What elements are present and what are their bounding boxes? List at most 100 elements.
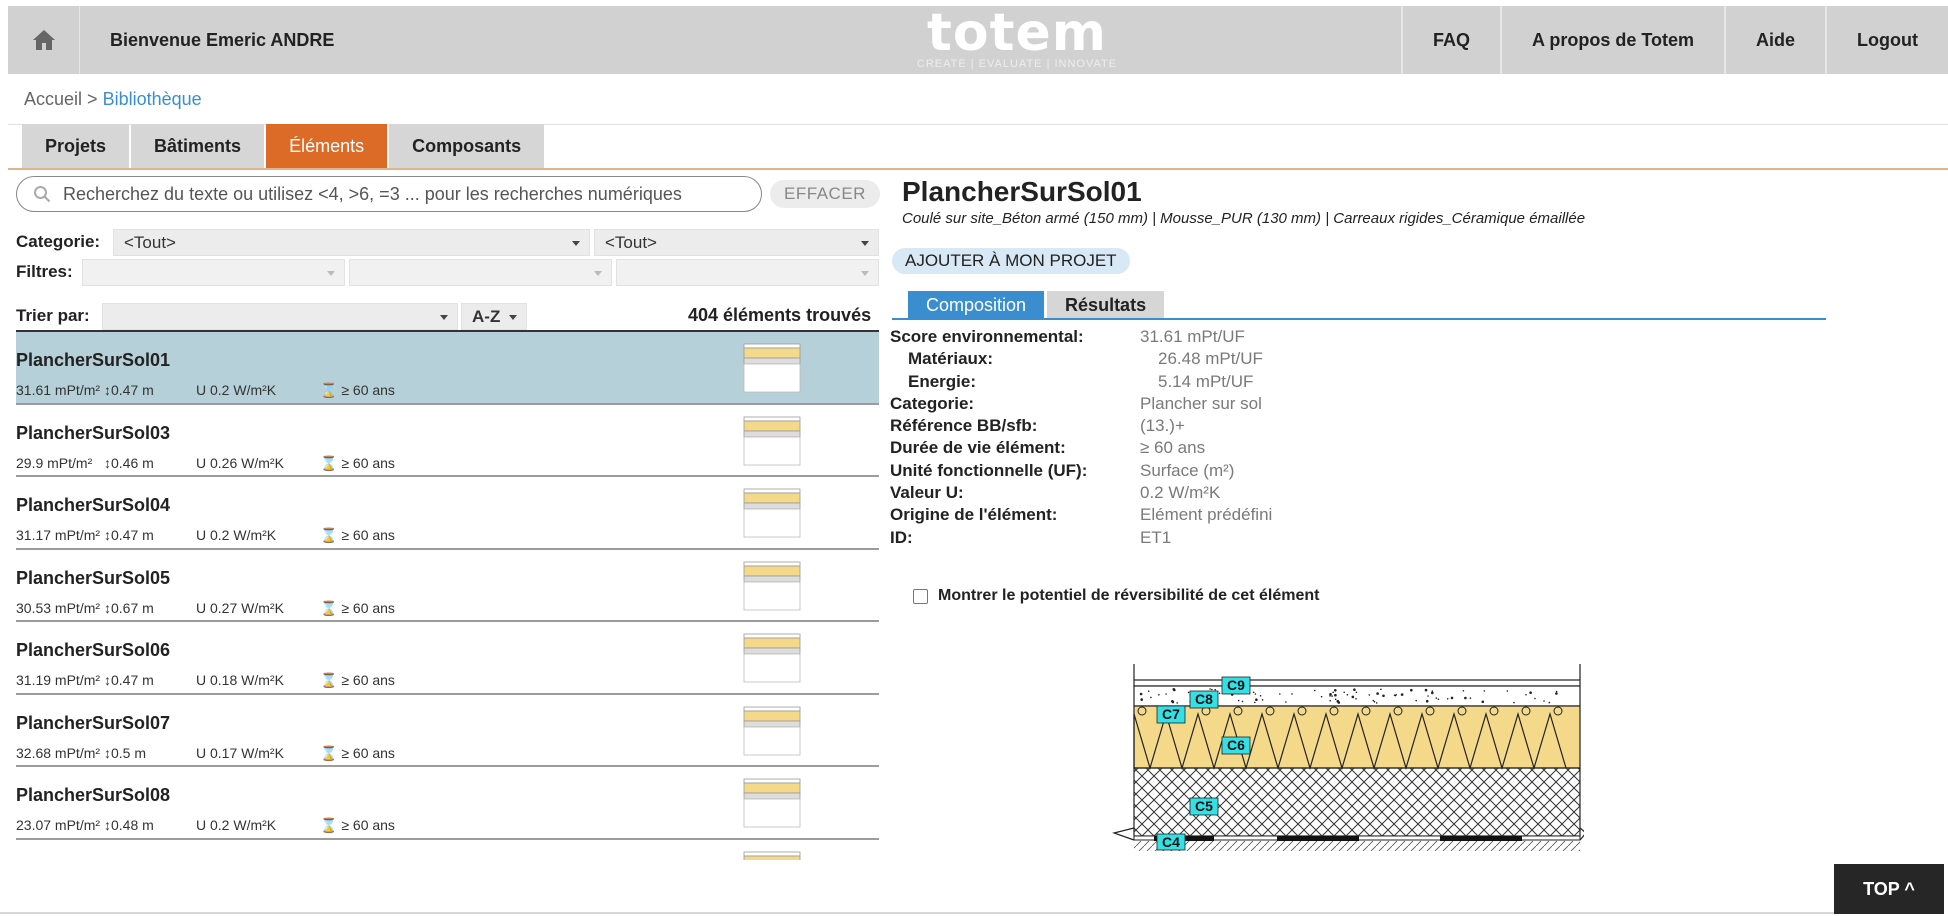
category-select[interactable]: <Tout> (113, 229, 590, 256)
thickness-icon: ↕ (104, 454, 111, 471)
property-value: 5.14 mPt/UF (1158, 371, 1254, 391)
element-row[interactable]: PlancherSurSol07 32.68 mPt/m² ↕0.5 mU 0.17… (16, 695, 879, 767)
element-score: 31.19 mPt/m² (16, 672, 101, 688)
chevron-down-icon (861, 241, 869, 246)
filter-select-1[interactable] (82, 259, 345, 286)
tab-composition[interactable]: Composition (908, 291, 1045, 319)
element-name: PlancherSurSol07 (16, 712, 171, 733)
reversibility-checkbox[interactable] (913, 588, 928, 604)
element-lifespan: ⌛ ≥ 60 ans (320, 455, 395, 471)
element-thickness: ↕0.47 m (104, 382, 196, 398)
element-score: 31.17 mPt/m² (16, 527, 101, 543)
element-thickness-value: 0.5 m (111, 744, 147, 761)
hourglass-icon: ⌛ (320, 527, 342, 543)
element-thumbnail (743, 706, 801, 755)
totem-logo[interactable]: totem CREATE | EVALUATE | INNOVATE (910, 6, 1124, 74)
element-row[interactable]: PlancherSurSol09↕⌛ (16, 840, 879, 861)
element-name: PlancherSurSol09 (16, 858, 170, 861)
element-u-value: U 0.27 W/m²K (196, 599, 284, 616)
element-thumbnail (743, 488, 801, 538)
search-box (16, 176, 762, 212)
nav-about[interactable]: A propos de Totem (1500, 6, 1724, 74)
chevron-down-icon (594, 271, 602, 276)
element-name: PlancherSurSol03 (16, 422, 171, 443)
element-thickness: ↕0.48 m (104, 817, 196, 833)
thickness-icon: ↕ (104, 382, 111, 398)
tab-projets[interactable]: Projets (22, 124, 130, 168)
element-subtitle: Coulé sur site_Béton armé (150 mm) | Mou… (902, 210, 1586, 227)
order-select[interactable]: A-Z (461, 303, 527, 330)
property-row: Unité fonctionnelle (UF): Surface (m²) (890, 460, 1272, 482)
nav-help[interactable]: Aide (1724, 6, 1825, 74)
back-to-top-button[interactable]: TOP ^ (1834, 864, 1944, 914)
element-thickness-value: 0.48 m (111, 817, 154, 833)
element-row[interactable]: PlancherSurSol06 31.19 mPt/m² ↕0.47 mU 0.1… (16, 622, 879, 695)
element-row[interactable]: PlancherSurSol04 31.17 mPt/m² ↕0.47 mU 0.2… (16, 477, 879, 550)
property-value: ≥ 60 ans (1140, 438, 1206, 458)
reversibility-option[interactable]: Montrer le potentiel de réversibilité de… (913, 587, 1319, 605)
clear-button[interactable]: EFFACER (770, 180, 880, 208)
search-input[interactable] (61, 180, 751, 208)
tab-resultats[interactable]: Résultats (1047, 291, 1165, 319)
property-key: Categorie: (890, 393, 975, 413)
element-thickness: ↕0.67 m (104, 600, 196, 616)
element-title: PlancherSurSol01 (902, 176, 1142, 207)
home-button[interactable] (8, 6, 80, 74)
property-row: Matériaux: 26.48 mPt/UF (890, 348, 1272, 370)
nav-faq[interactable]: FAQ (1400, 6, 1500, 74)
element-meta: 29.9 mPt/m² ↕0.46 mU 0.26 W/m²K ⌛ ≥ 60 ans (16, 455, 395, 472)
floor-section-drawing: C9 C8 C7 C6 C5 C4 (1112, 664, 1584, 851)
svg-text:C6: C6 (1227, 737, 1245, 753)
breadcrumb-home[interactable]: Accueil (24, 89, 82, 109)
breadcrumb-separator: > (87, 89, 98, 109)
layer-label-c4: C4 (1156, 833, 1186, 851)
svg-text:C4: C4 (1162, 834, 1180, 850)
nav-logout[interactable]: Logout (1825, 6, 1948, 74)
element-name: PlancherSurSol01 (16, 350, 171, 370)
breadcrumb-current[interactable]: Bibliothèque (103, 89, 202, 109)
element-name: PlancherSurSol05 (16, 567, 171, 588)
element-thumbnail (743, 778, 801, 828)
chevron-down-icon (861, 271, 869, 276)
element-meta: 31.19 mPt/m² ↕0.47 mU 0.18 W/m²K ⌛ ≥ 60 an… (16, 672, 395, 689)
chevron-down-icon (440, 315, 448, 320)
element-row[interactable]: PlancherSurSol08 23.07 mPt/m² ↕0.48 mU 0.2… (16, 767, 879, 840)
element-score: 23.07 mPt/m² (16, 817, 101, 833)
layer-label-c7: C7 (1156, 705, 1186, 724)
tab-composants[interactable]: Composants (389, 124, 545, 168)
property-key: Energie: (908, 371, 977, 391)
property-row: Valeur U: 0.2 W/m²K (890, 482, 1272, 504)
subcategory-select[interactable]: <Tout> (594, 229, 879, 256)
tab-elements[interactable]: Éléments (266, 124, 388, 168)
detail-tabs-underline (892, 318, 1826, 320)
element-row[interactable]: PlancherSurSol01 31.61 mPt/m² ↕0.47 mU 0.2… (16, 332, 879, 405)
add-to-project-button[interactable]: AJOUTER À MON PROJET (892, 248, 1130, 274)
thickness-icon: ↕ (104, 817, 111, 833)
element-lifespan: ⌛ ≥ 60 ans (320, 600, 395, 616)
element-row[interactable]: PlancherSurSol05 30.53 mPt/m² ↕0.67 mU 0.2… (16, 550, 879, 622)
element-score: 29.9 mPt/m² (16, 454, 93, 471)
element-lifespan-value: ≥ 60 ans (341, 744, 395, 761)
category-label: Categorie: (16, 232, 101, 251)
reversibility-label: Montrer le potentiel de réversibilité de… (938, 587, 1320, 604)
element-lifespan-value: ≥ 60 ans (341, 817, 395, 833)
element-u-value: U 0.18 W/m²K (196, 672, 284, 688)
layer-label-c8: C8 (1189, 690, 1219, 709)
filter-select-2[interactable] (349, 259, 612, 286)
element-lifespan-value: ≥ 60 ans (341, 672, 395, 688)
tab-batiments[interactable]: Bâtiments (131, 124, 265, 168)
property-key: Référence BB/sfb: (890, 416, 1038, 436)
svg-text:C7: C7 (1162, 706, 1180, 722)
property-key: Score environnemental: (890, 327, 1084, 346)
sort-select[interactable] (102, 303, 458, 330)
filter-select-3[interactable] (616, 259, 879, 286)
element-row[interactable]: PlancherSurSol03 29.9 mPt/m² ↕0.46 mU 0.26… (16, 405, 879, 477)
property-key: ID: (890, 527, 913, 547)
svg-text:C5: C5 (1195, 798, 1213, 814)
property-value: (13.)+ (1140, 416, 1185, 436)
property-key: Origine de l'élément: (890, 505, 1058, 525)
element-meta: 31.61 mPt/m² ↕0.47 mU 0.2 W/m²K ⌛ ≥ 60 ans (16, 382, 395, 399)
hourglass-icon: ⌛ (320, 454, 342, 471)
property-row: ID: ET1 (890, 527, 1272, 549)
element-name: PlancherSurSol06 (16, 640, 171, 660)
